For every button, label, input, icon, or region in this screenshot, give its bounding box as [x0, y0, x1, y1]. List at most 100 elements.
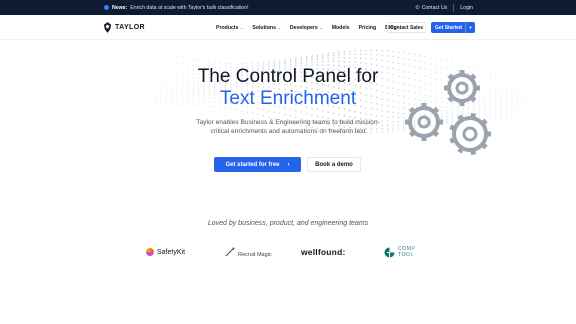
nav-item-models[interactable]: Models [332, 25, 350, 31]
wave-dot [489, 115, 491, 117]
wave-dot [300, 56, 302, 59]
wave-dot [386, 116, 389, 118]
primary-cta-label: Get started for free [225, 161, 280, 168]
wave-dot [381, 110, 383, 112]
wave-dot [446, 60, 448, 63]
wave-dot [278, 63, 281, 66]
wave-dot [311, 56, 313, 59]
wave-dot [284, 59, 286, 61]
wave-dot [246, 111, 248, 113]
gear-tooth [449, 137, 456, 144]
wave-dot [489, 112, 491, 115]
wave-dot [451, 116, 454, 118]
wave-dot [305, 57, 308, 60]
wave-dot [451, 118, 454, 120]
recruit-magic-logo: Recruit Magic [225, 244, 272, 260]
get-started-button[interactable]: Get Started ▼ [431, 22, 475, 33]
wave-dot [149, 56, 151, 58]
wave-dot [343, 50, 346, 53]
wave-dot [305, 112, 308, 115]
wave-dot [516, 111, 518, 113]
wave-dot [467, 113, 470, 116]
wave-dot [381, 50, 383, 52]
wave-dot [397, 112, 400, 114]
wave-dot [505, 115, 507, 117]
brand-logo[interactable]: TAYLOR [103, 22, 145, 33]
wave-dot [403, 126, 405, 129]
wave-dot [430, 124, 432, 127]
wave-dot [430, 57, 432, 59]
wave-dot [440, 117, 443, 120]
wave-dot [424, 55, 427, 58]
wave-dot [322, 60, 324, 63]
nav-menu: Products ⌄ Solutions ⌄ Developers ⌄ Mode… [216, 15, 397, 40]
nav-item-solutions[interactable]: Solutions ⌄ [252, 25, 281, 31]
wave-dot [338, 54, 340, 56]
wave-dot [419, 54, 421, 57]
wave-dot [473, 111, 475, 113]
gear-tooth [470, 149, 477, 156]
wave-dot [370, 58, 373, 60]
get-started-free-button[interactable]: Get started for free › [214, 157, 301, 172]
wave-dot [322, 109, 324, 112]
wave-dot [365, 53, 367, 55]
wave-dot [386, 50, 389, 52]
nav-item-products[interactable]: Products ⌄ [216, 25, 243, 31]
wave-dot [230, 63, 232, 65]
login-link[interactable]: Login [460, 5, 473, 11]
book-demo-button[interactable]: Book a demo [307, 157, 361, 172]
wave-dot [338, 113, 340, 116]
wave-dot [500, 112, 502, 114]
wave-dot [284, 113, 286, 116]
contact-sales-button[interactable]: Contact Sales [387, 22, 426, 33]
wave-dot [484, 115, 486, 118]
phone-icon: ✆ [415, 4, 420, 11]
wave-dot [413, 120, 416, 122]
wave-dot [316, 54, 319, 56]
wave-dot [241, 110, 243, 112]
contact-us-link[interactable]: Contact Us [422, 5, 448, 11]
gear-tooth [449, 124, 456, 131]
hero-title: The Control Panel for [197, 66, 379, 87]
wave-dot [478, 116, 481, 118]
nav-item-pricing[interactable]: Pricing [359, 25, 377, 31]
wave-dot [446, 120, 448, 122]
social-proof-heading: Loved by business, product, and engineer… [207, 220, 369, 227]
wave-dot [419, 113, 421, 116]
wave-dot [241, 63, 243, 65]
info-icon [104, 5, 109, 10]
wave-dot [149, 49, 151, 51]
wave-dot [376, 54, 378, 56]
gear-tooth [432, 130, 440, 138]
wave-dot [224, 62, 227, 65]
wave-dot [440, 113, 443, 115]
wave-dot [332, 57, 335, 59]
wave-dot [430, 113, 432, 115]
announcement-news[interactable]: News: Enrich data at scale with Taylor's… [104, 5, 249, 11]
wave-dot [349, 53, 351, 55]
wave-dot [424, 119, 427, 122]
wave-dot [370, 53, 373, 56]
wave-dot [392, 55, 394, 58]
wave-dot [505, 111, 507, 113]
wave-dot [446, 122, 448, 124]
wave-dot [343, 60, 346, 63]
wave-dot [295, 63, 297, 65]
gear-tooth [457, 146, 465, 154]
wave-dot [268, 109, 270, 112]
wave-dot [278, 60, 281, 62]
wave-dot [462, 114, 464, 116]
wave-dot [305, 56, 308, 58]
nav-item-developers[interactable]: Developers ⌄ [290, 25, 323, 31]
wave-dot [327, 111, 329, 113]
wave-dot [484, 111, 486, 113]
wave-dot [376, 114, 378, 117]
wave-dot [322, 57, 324, 60]
logo-name: SafetyKit [157, 248, 186, 256]
chevron-down-icon[interactable]: ▼ [466, 25, 475, 30]
wave-dot [386, 130, 389, 133]
wave-dot [327, 54, 329, 57]
wave-dot [370, 113, 373, 116]
wave-dot [381, 59, 383, 62]
wave-dot [316, 61, 319, 63]
